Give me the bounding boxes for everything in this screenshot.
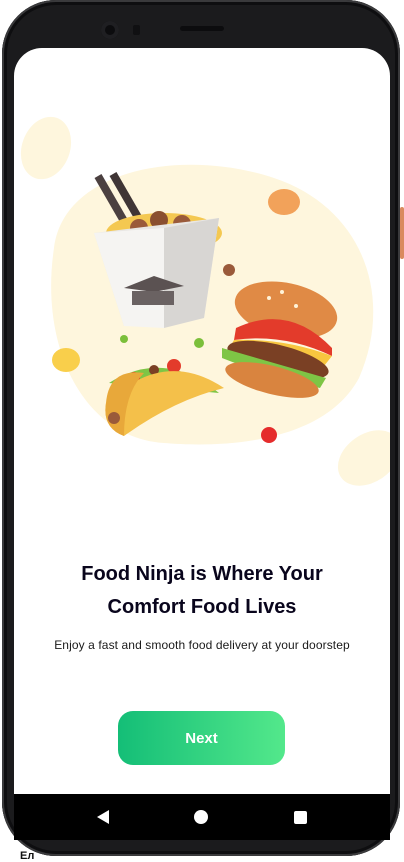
subtitle-text: Enjoy a fast and smooth food delivery at… [54, 638, 350, 652]
next-button[interactable]: Next [118, 711, 285, 765]
page-title: Food Ninja is Where Your Comfort Food Li… [14, 558, 390, 624]
recent-square-icon[interactable] [294, 810, 308, 824]
system-navbar [14, 794, 390, 840]
food-illustration [20, 116, 390, 486]
bottom-cropped-label: Ел [20, 850, 35, 862]
yellow-dot [52, 348, 80, 372]
brown-dot [223, 264, 235, 276]
sensor-icon [133, 25, 140, 35]
back-triangle-icon[interactable] [96, 810, 109, 824]
green-dot-2 [194, 338, 204, 348]
small-blob-right [337, 430, 390, 486]
small-blob-top-left [20, 116, 72, 180]
title-line-2: Comfort Food Lives [107, 596, 297, 618]
red-dot [261, 427, 277, 443]
green-dot-1 [120, 335, 128, 343]
camera-icon [101, 21, 119, 39]
phone-frame: Food Ninja is Where Your Comfort Food Li… [0, 0, 404, 862]
home-circle-icon[interactable] [194, 810, 209, 824]
title-line-1: Food Ninja is Where Your [81, 563, 323, 585]
speaker-grille [180, 26, 224, 31]
power-button [400, 207, 404, 259]
app-screen: Food Ninja is Where Your Comfort Food Li… [14, 48, 390, 794]
orange-dot [268, 189, 300, 215]
